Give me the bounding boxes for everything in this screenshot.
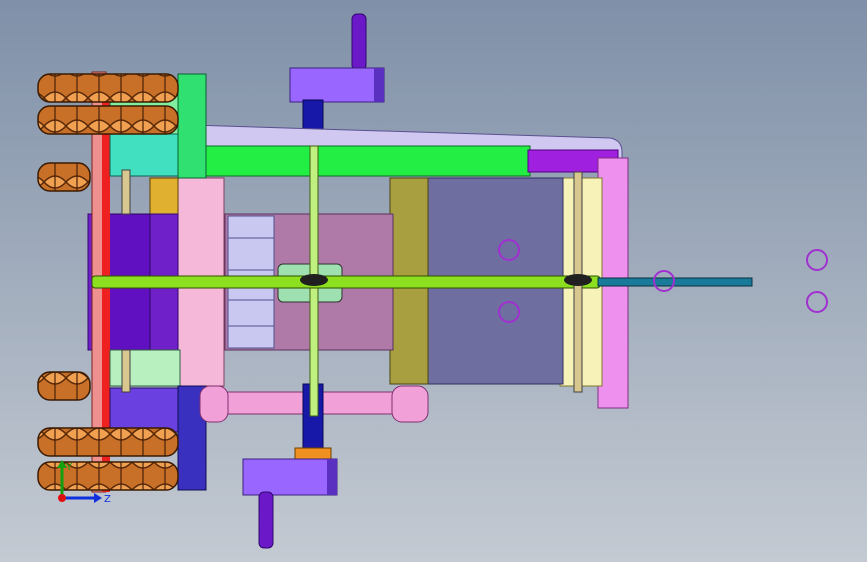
teal-shaft-extension[interactable] bbox=[597, 277, 753, 287]
mint-block-lower[interactable] bbox=[109, 349, 181, 387]
omni-wheel-3[interactable] bbox=[37, 162, 91, 192]
assembly-drawing[interactable]: Y Z bbox=[0, 0, 867, 562]
bottom-motor-block[interactable] bbox=[242, 458, 338, 496]
triad-x-axis bbox=[58, 494, 66, 502]
bottom-motor-block-side bbox=[327, 459, 337, 495]
bottom-shaft[interactable] bbox=[258, 491, 274, 549]
top-motor-block[interactable] bbox=[289, 67, 385, 103]
cyan-block-upper[interactable] bbox=[109, 131, 183, 177]
orange-collar[interactable] bbox=[294, 447, 332, 461]
lower-tube-start[interactable] bbox=[199, 385, 229, 423]
omni-wheel-1[interactable] bbox=[37, 73, 179, 103]
triad-z-label: Z bbox=[104, 494, 111, 505]
cad-viewport[interactable]: Y Z bbox=[0, 0, 867, 562]
omni-wheel-2[interactable] bbox=[37, 105, 179, 135]
screw-nut-right bbox=[564, 274, 592, 286]
omni-wheel-4[interactable] bbox=[37, 371, 91, 401]
screw-upper-left[interactable] bbox=[121, 169, 131, 215]
top-shaft[interactable] bbox=[351, 13, 367, 71]
top-motor-block-side bbox=[374, 68, 384, 102]
triad-y-label: Y bbox=[65, 462, 73, 473]
lower-tube-end[interactable] bbox=[391, 385, 429, 423]
screw-nut-center bbox=[300, 274, 328, 286]
gold-block-upper[interactable] bbox=[149, 177, 179, 215]
violet-block-lower[interactable] bbox=[109, 387, 183, 433]
omni-wheel-5[interactable] bbox=[37, 427, 179, 457]
main-lime-shaft[interactable] bbox=[91, 275, 601, 289]
screw-lower-left[interactable] bbox=[121, 349, 131, 393]
green-crossbar[interactable] bbox=[199, 145, 531, 177]
green-side-plate-upper[interactable] bbox=[177, 73, 207, 179]
